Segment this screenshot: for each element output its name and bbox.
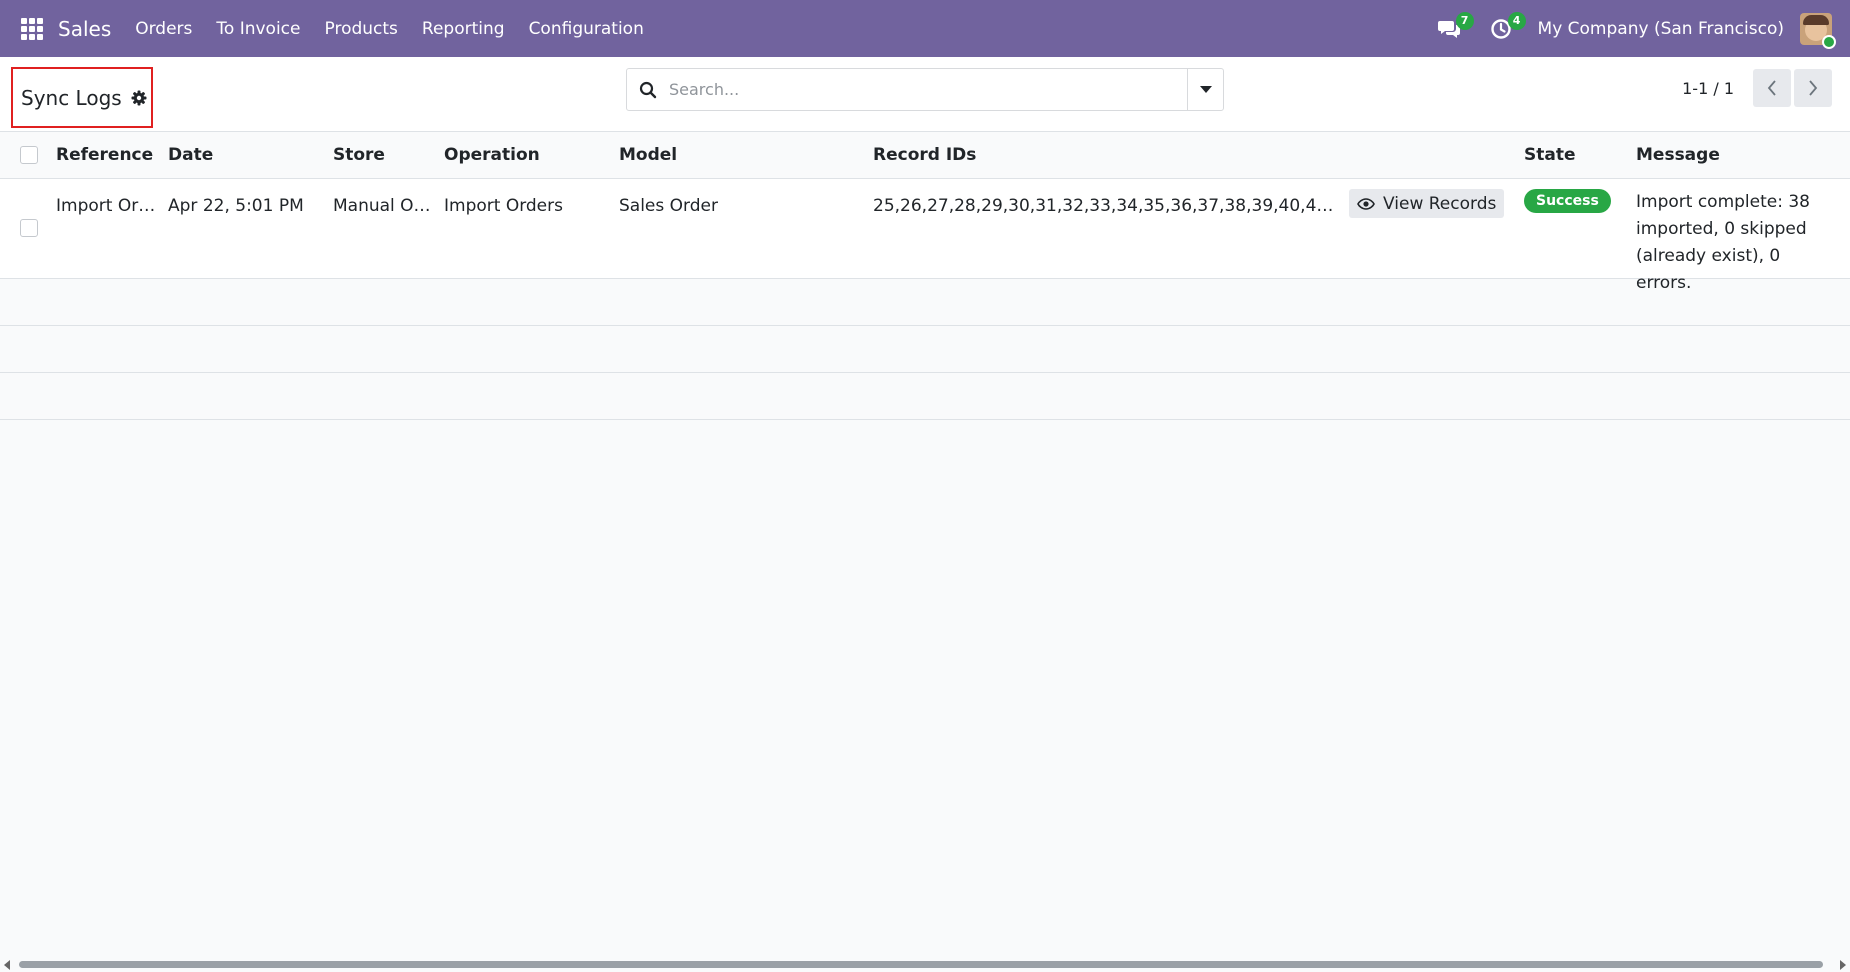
company-switcher[interactable]: My Company (San Francisco) — [1538, 19, 1784, 39]
search-input[interactable] — [669, 69, 1187, 110]
table-row[interactable]: Import Or… Apr 22, 5:01 PM Manual O… Imp… — [0, 179, 1850, 293]
menu-to-invoice[interactable]: To Invoice — [204, 19, 312, 39]
search-icon — [627, 81, 669, 99]
column-header-message[interactable]: Message — [1636, 132, 1720, 179]
app-name[interactable]: Sales — [58, 17, 111, 41]
menu-reporting[interactable]: Reporting — [410, 19, 517, 39]
messages-button[interactable]: 7 — [1434, 11, 1474, 44]
eye-icon — [1357, 197, 1375, 210]
column-header-record-ids[interactable]: Record IDs — [873, 132, 976, 179]
column-header-store[interactable]: Store — [333, 132, 385, 179]
online-status-icon — [1822, 34, 1836, 49]
chevron-left-icon — [1767, 80, 1776, 96]
scrollbar-thumb[interactable] — [19, 961, 1823, 968]
search-bar — [626, 68, 1224, 111]
chevron-right-icon — [1809, 80, 1818, 96]
empty-row — [0, 326, 1850, 373]
search-options-toggle[interactable] — [1187, 69, 1223, 110]
cell-date: Apr 22, 5:01 PM — [168, 196, 304, 216]
pager-next-button[interactable] — [1794, 69, 1832, 107]
status-badge: Success — [1524, 189, 1611, 213]
select-all-checkbox[interactable] — [20, 146, 38, 164]
activities-count-badge: 4 — [1507, 11, 1526, 30]
table-header: Reference Date Store Operation Model Rec… — [0, 132, 1850, 179]
column-header-model[interactable]: Model — [619, 132, 677, 179]
scroll-left-arrow-icon[interactable] — [4, 960, 10, 970]
apps-menu-icon[interactable] — [21, 17, 43, 40]
pager: 1-1 / 1 — [1682, 68, 1832, 108]
caret-down-icon — [1199, 85, 1212, 93]
column-header-reference[interactable]: Reference — [56, 132, 153, 179]
messages-count-badge: 7 — [1455, 11, 1474, 30]
menu-configuration[interactable]: Configuration — [517, 19, 656, 39]
cell-store: Manual O… — [333, 196, 431, 216]
empty-row — [0, 279, 1850, 326]
user-avatar[interactable] — [1800, 12, 1836, 49]
row-select-checkbox[interactable] — [20, 219, 38, 237]
activities-button[interactable]: 4 — [1486, 11, 1526, 44]
view-records-label: View Records — [1383, 193, 1497, 214]
control-panel: Sync Logs Search... 1-1 / 1 — [0, 57, 1850, 132]
column-header-state[interactable]: State — [1524, 132, 1576, 179]
menu-orders[interactable]: Orders — [123, 19, 204, 39]
top-navbar: Sales Orders To Invoice Products Reporti… — [0, 0, 1850, 57]
cell-reference: Import Or… — [56, 196, 156, 216]
pager-previous-button[interactable] — [1753, 69, 1791, 107]
cell-operation: Import Orders — [444, 196, 563, 216]
pager-value[interactable]: 1-1 / 1 — [1682, 79, 1734, 98]
horizontal-scrollbar[interactable] — [0, 956, 1850, 972]
list-view: Reference Date Store Operation Model Rec… — [0, 132, 1850, 420]
view-records-button[interactable]: View Records — [1349, 189, 1505, 218]
gear-icon[interactable] — [131, 90, 147, 106]
menu-products[interactable]: Products — [313, 19, 410, 39]
empty-row — [0, 373, 1850, 420]
column-header-operation[interactable]: Operation — [444, 132, 540, 179]
column-header-date[interactable]: Date — [168, 132, 213, 179]
cell-record-ids: 25,26,27,28,29,30,31,32,33,34,35,36,37,3… — [873, 196, 1338, 216]
breadcrumb: Sync Logs — [11, 67, 153, 128]
cell-model: Sales Order — [619, 196, 718, 216]
page-title: Sync Logs — [21, 85, 122, 110]
cell-message: Import complete: 38 imported, 0 skipped … — [1636, 192, 1810, 293]
scroll-right-arrow-icon[interactable] — [1840, 960, 1846, 970]
